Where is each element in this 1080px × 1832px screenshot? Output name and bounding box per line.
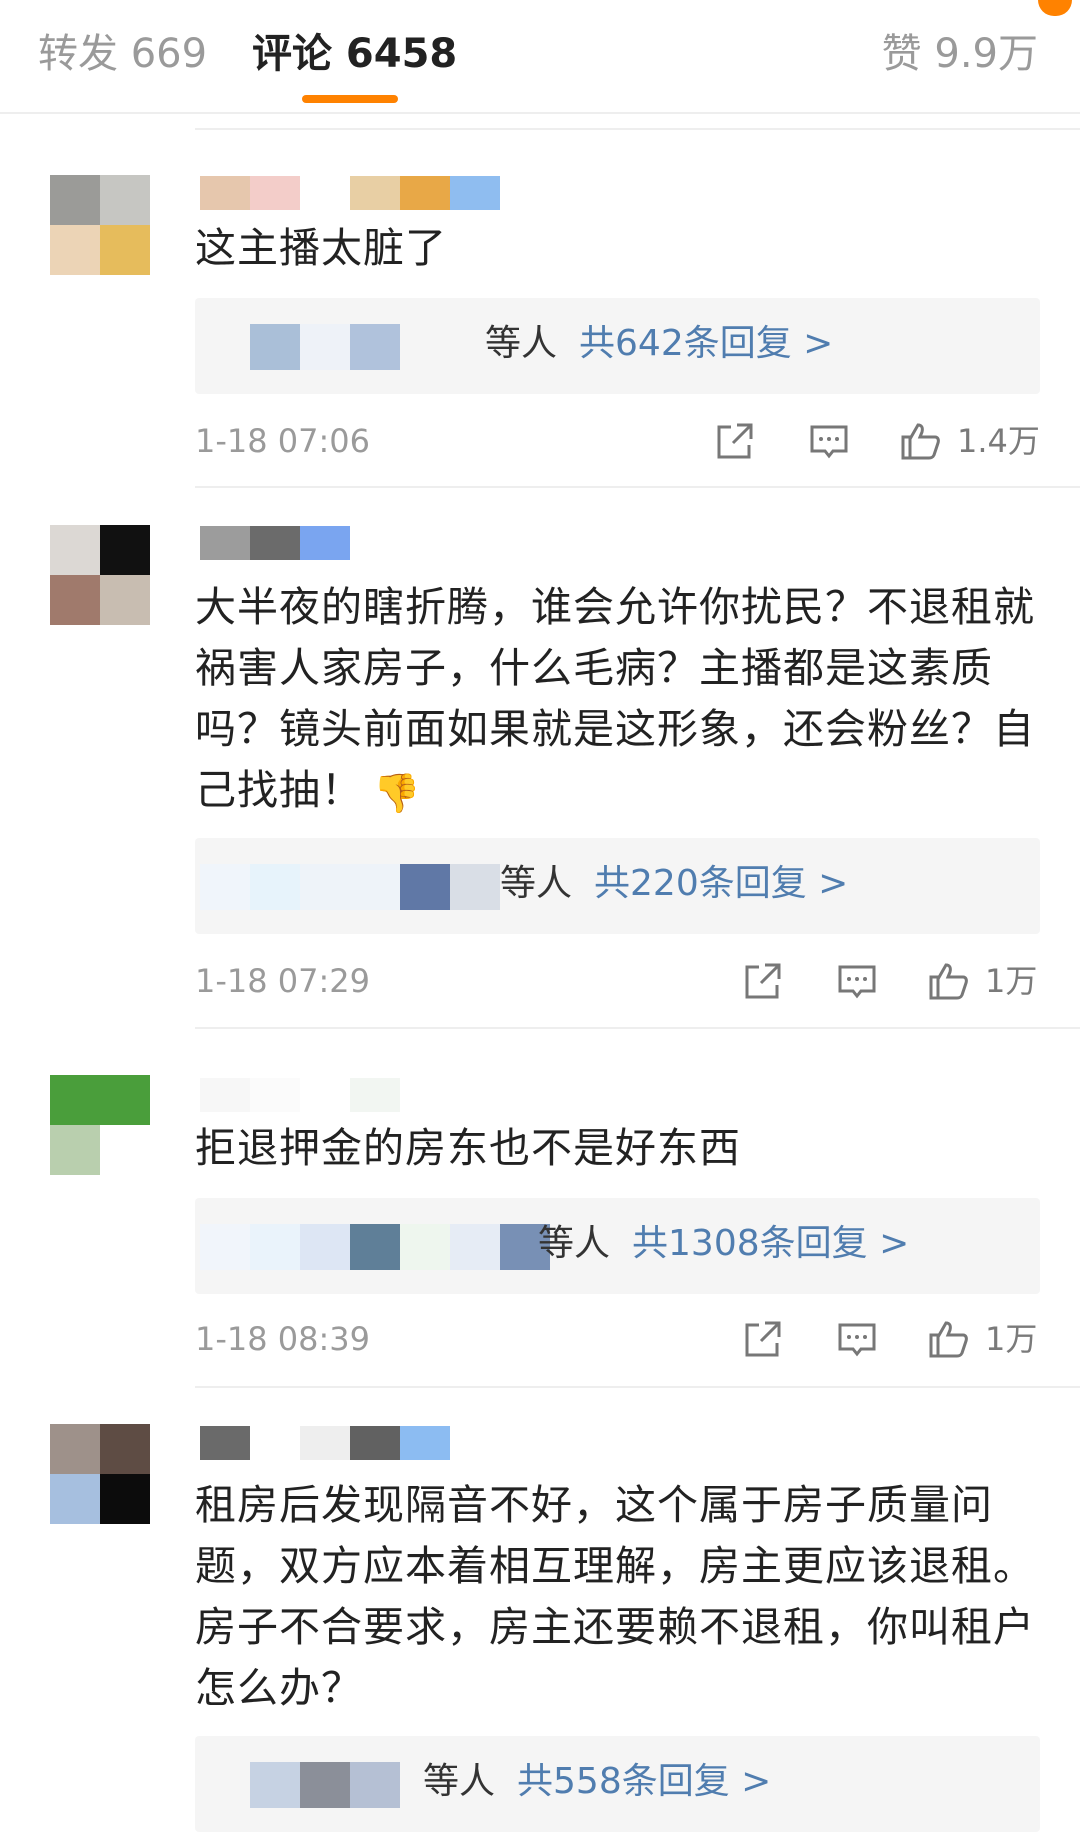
notification-dot [1038, 0, 1072, 16]
comment-meta: 1-18 07:29 1万 [195, 953, 1040, 1009]
thumbs-up-icon[interactable] [899, 419, 943, 463]
reply-count-link[interactable]: 共642条回复 > [579, 323, 833, 364]
comment-bubble-icon[interactable] [807, 419, 851, 463]
reply-who: 等人 [485, 323, 558, 364]
comment-bubble-icon[interactable] [835, 959, 879, 1003]
comment-tab-bar: 转发 669 评论 6458 赞 9.9万 [0, 0, 1080, 114]
reply-summary[interactable]: 等人 共558条回复 > [423, 1754, 771, 1810]
comment-text: 大半夜的瞎折腾，谁会允许你扰民？不退租就祸害人家房子，什么毛病？主播都是这素质吗… [195, 577, 1050, 824]
username-blurred[interactable] [200, 176, 500, 210]
reply-who: 等人 [538, 1223, 611, 1264]
reply-who: 等人 [423, 1761, 496, 1802]
reply-preview[interactable]: 等人 共558条回复 > [195, 1736, 1040, 1832]
comment-meta: 1-18 08:39 1万 [195, 1311, 1040, 1367]
thumbs-up-icon[interactable] [927, 1317, 971, 1361]
comment-time: 1-18 07:06 [195, 422, 371, 460]
reply-summary[interactable]: 等人 共642条回复 > [485, 316, 833, 372]
thumbs-down-emoji: 👎 [373, 770, 422, 815]
comment-text: 这主播太脏了 [195, 224, 447, 272]
like-count: 1万 [985, 962, 1038, 1000]
comment-time: 1-18 07:29 [195, 962, 371, 1000]
avatar[interactable] [50, 1075, 150, 1175]
comment-time: 1-18 08:39 [195, 1320, 371, 1358]
reply-count-link[interactable]: 共220条回复 > [594, 863, 848, 904]
reply-preview[interactable]: 等人 共642条回复 > [195, 298, 1040, 394]
like-count: 1万 [985, 1320, 1038, 1358]
thumbs-up-icon[interactable] [927, 959, 971, 1003]
avatar[interactable] [50, 1424, 150, 1524]
username-blurred[interactable] [200, 526, 350, 560]
comment-bubble-icon[interactable] [835, 1317, 879, 1361]
reply-count-link[interactable]: 共558条回复 > [517, 1761, 771, 1802]
username-blurred[interactable] [200, 1426, 450, 1460]
reply-avatars-blurred [250, 324, 400, 370]
tab-comments[interactable]: 评论 6458 [252, 28, 457, 80]
share-icon[interactable] [741, 1317, 785, 1361]
comment-body: 大半夜的瞎折腾，谁会允许你扰民？不退租就祸害人家房子，什么毛病？主播都是这素质吗… [195, 583, 1035, 814]
reply-summary[interactable]: 等人 共220条回复 > [500, 856, 848, 912]
reply-preview[interactable]: 等人 共1308条回复 > [195, 1198, 1040, 1294]
tab-repost[interactable]: 转发 669 [38, 28, 207, 80]
avatar[interactable] [50, 525, 150, 625]
reply-count-link[interactable]: 共1308条回复 > [632, 1223, 909, 1264]
divider [195, 486, 1080, 488]
reply-summary[interactable]: 等人 共1308条回复 > [538, 1216, 909, 1272]
reply-avatars-blurred [250, 1762, 400, 1808]
reply-who: 等人 [500, 863, 573, 904]
tab-likes[interactable]: 赞 9.9万 [882, 28, 1038, 80]
divider [195, 1386, 1080, 1388]
share-icon[interactable] [713, 419, 757, 463]
share-icon[interactable] [741, 959, 785, 1003]
divider [195, 1027, 1080, 1029]
reply-avatars-blurred [200, 864, 500, 910]
comment-text: 租房后发现隔音不好，这个属于房子质量问题，双方应本着相互理解，房主更应该退租。房… [195, 1481, 1035, 1712]
avatar[interactable] [50, 175, 150, 275]
comment-meta: 1-18 07:06 1.4万 [195, 413, 1040, 469]
reply-preview[interactable]: 等人 共220条回复 > [195, 838, 1040, 934]
divider [195, 128, 1080, 130]
active-tab-indicator [302, 95, 398, 103]
reply-avatars-blurred [200, 1224, 550, 1270]
username-blurred[interactable] [200, 1078, 400, 1112]
like-count: 1.4万 [957, 422, 1040, 460]
comment-text: 拒退押金的房东也不是好东西 [195, 1124, 741, 1172]
